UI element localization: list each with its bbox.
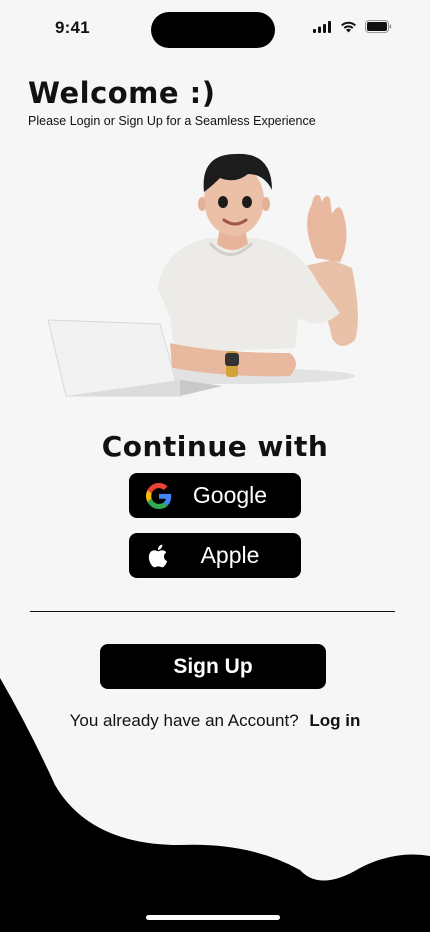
- google-button-label: Google: [192, 482, 268, 508]
- status-bar: 9:41: [0, 0, 430, 56]
- dynamic-island: [151, 12, 275, 48]
- battery-icon: [365, 20, 392, 33]
- continue-with-heading: Continue with: [101, 430, 329, 463]
- welcome-subtitle: Please Login or Sign Up for a Seamless E…: [28, 114, 316, 128]
- status-time: 9:41: [55, 18, 90, 37]
- welcome-title: Welcome :): [28, 76, 216, 110]
- divider: [30, 611, 395, 612]
- waving-person-illustration: [47, 153, 358, 397]
- account-prompt-row: You already have an Account? Log in: [0, 711, 430, 731]
- apple-button-label: Apple: [200, 542, 260, 568]
- log-in-link[interactable]: Log in: [309, 711, 360, 730]
- cellular-signal-icon: [313, 20, 331, 33]
- google-signin-button[interactable]: Google: [129, 473, 301, 518]
- apple-signin-button[interactable]: Apple: [129, 533, 301, 578]
- account-prompt-text: You already have an Account?: [69, 711, 299, 730]
- wave-background: [0, 678, 430, 932]
- home-indicator[interactable]: [146, 915, 280, 920]
- sign-up-button[interactable]: Sign Up: [100, 644, 326, 689]
- wifi-icon: [341, 21, 356, 32]
- status-icons: [313, 20, 392, 33]
